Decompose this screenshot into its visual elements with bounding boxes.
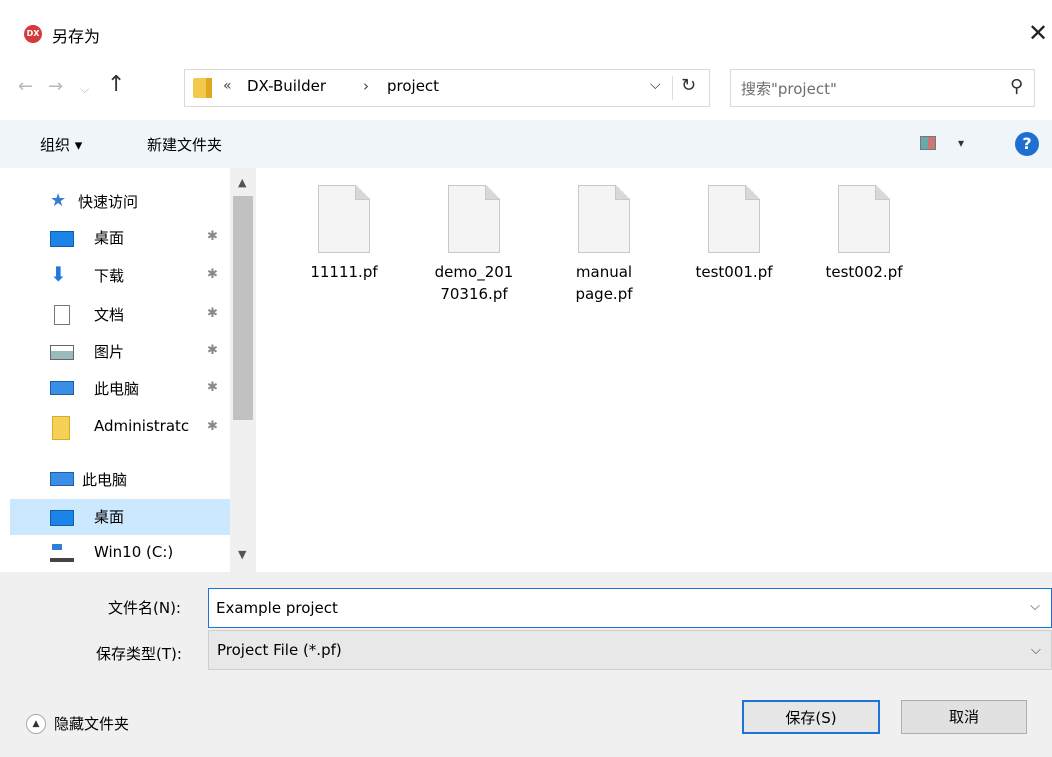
app-icon: DX bbox=[24, 25, 42, 43]
organize-button[interactable]: 组织 ▾ bbox=[40, 134, 82, 155]
sidebar-item-this-pc-pinned[interactable]: 此电脑 ✱ bbox=[24, 371, 234, 407]
pin-icon: ✱ bbox=[207, 267, 218, 282]
chevron-down-icon[interactable]: ⌵ bbox=[1030, 599, 1040, 614]
filetype-select[interactable]: Project File (*.pf) ⌵ bbox=[208, 630, 1052, 670]
view-dropdown-icon[interactable]: ▾ bbox=[958, 136, 964, 150]
pin-icon: ✱ bbox=[207, 419, 218, 434]
breadcrumb-overflow[interactable]: « bbox=[223, 78, 232, 94]
divider bbox=[672, 76, 673, 100]
toolbar: 组织 ▾ 新建文件夹 ▾ ? bbox=[0, 120, 1052, 168]
file-icon bbox=[708, 185, 760, 253]
filename-input[interactable] bbox=[208, 588, 1052, 628]
breadcrumb-dx-builder[interactable]: DX-Builder bbox=[247, 77, 326, 95]
title-bar: DX 另存为 ✕ bbox=[0, 0, 1052, 70]
file-item-demo[interactable]: demo_201 70316.pf bbox=[408, 185, 528, 335]
file-item-manual-page[interactable]: manual page.pf bbox=[538, 185, 658, 335]
file-item-11111[interactable]: 11111.pf bbox=[278, 185, 398, 335]
sidebar-item-pictures[interactable]: 图片 ✱ bbox=[24, 334, 234, 370]
desktop-icon bbox=[50, 231, 74, 247]
pin-icon: ✱ bbox=[207, 306, 218, 321]
sidebar-item-desktop-pc[interactable]: 桌面 bbox=[10, 499, 230, 535]
breadcrumb-separator[interactable]: › bbox=[363, 77, 369, 95]
chevron-down-icon[interactable]: ⌵ bbox=[1031, 643, 1041, 658]
breadcrumb-project[interactable]: project bbox=[387, 77, 439, 95]
desktop-icon bbox=[50, 510, 74, 526]
file-name: manual page.pf bbox=[575, 263, 633, 303]
address-bar[interactable]: « DX-Builder › project ⌵ ↻ bbox=[184, 69, 710, 107]
computer-icon bbox=[50, 381, 74, 395]
sidebar-item-label: 此电脑 bbox=[94, 380, 140, 398]
sidebar-item-label: 图片 bbox=[94, 343, 125, 361]
pin-icon: ✱ bbox=[207, 343, 218, 358]
sidebar-item-label: Administratc bbox=[94, 417, 190, 435]
filename-label: 文件名(N): bbox=[108, 599, 181, 617]
file-name: test001.pf bbox=[695, 263, 773, 281]
scroll-thumb[interactable] bbox=[233, 196, 253, 420]
pictures-icon bbox=[50, 345, 74, 360]
view-options-icon[interactable] bbox=[920, 136, 936, 150]
sidebar-item-label: 下载 bbox=[94, 267, 125, 285]
search-input[interactable]: 搜索"project" ⚲ bbox=[730, 69, 1035, 107]
help-icon[interactable]: ? bbox=[1015, 132, 1039, 156]
file-item-test001[interactable]: test001.pf bbox=[668, 185, 788, 335]
save-button[interactable]: 保存(S) bbox=[742, 700, 880, 734]
sidebar-item-label: 快速访问 bbox=[78, 193, 139, 211]
close-button[interactable]: ✕ bbox=[1024, 16, 1052, 50]
sidebar-item-drive-c[interactable]: Win10 (C:) bbox=[24, 536, 234, 568]
scroll-down-icon[interactable]: ▼ bbox=[238, 548, 246, 561]
sidebar-quick-access[interactable]: ★ 快速访问 bbox=[24, 184, 234, 220]
file-icon bbox=[318, 185, 370, 253]
scroll-up-icon[interactable]: ▲ bbox=[238, 176, 246, 189]
refresh-icon[interactable]: ↻ bbox=[681, 75, 696, 96]
sidebar-item-administrator[interactable]: Administratc ✱ bbox=[24, 410, 234, 446]
new-folder-button[interactable]: 新建文件夹 bbox=[147, 134, 222, 155]
sidebar-item-desktop[interactable]: 桌面 ✱ bbox=[24, 220, 234, 256]
file-icon bbox=[838, 185, 890, 253]
sidebar-item-label: 桌面 bbox=[94, 508, 125, 526]
sidebar-item-label: 桌面 bbox=[94, 229, 125, 247]
file-name: test002.pf bbox=[825, 263, 903, 281]
pin-icon: ✱ bbox=[207, 229, 218, 244]
sidebar-item-downloads[interactable]: ⬇ 下载 ✱ bbox=[24, 258, 234, 294]
sidebar-item-label: 文档 bbox=[94, 306, 125, 324]
file-name: demo_201 70316.pf bbox=[434, 263, 514, 303]
file-name: 11111.pf bbox=[310, 263, 378, 281]
sidebar-item-label: Win10 (C:) bbox=[94, 543, 174, 561]
navigation-pane: ★ 快速访问 桌面 ✱ ⬇ 下载 ✱ 文档 ✱ 图片 ✱ 此电脑 ✱ Admin… bbox=[0, 168, 260, 568]
chevron-down-icon[interactable]: ⌵ bbox=[650, 77, 661, 93]
collapse-icon: ▲ bbox=[26, 714, 46, 734]
folder-icon bbox=[193, 78, 212, 98]
hide-folders-label: 隐藏文件夹 bbox=[54, 715, 130, 733]
sidebar-this-pc[interactable]: 此电脑 bbox=[24, 462, 234, 498]
cancel-button[interactable]: 取消 bbox=[901, 700, 1027, 734]
folder-icon bbox=[52, 416, 70, 440]
recent-locations-icon[interactable]: ⌵ bbox=[80, 82, 89, 97]
pin-icon: ✱ bbox=[207, 380, 218, 395]
file-icon bbox=[578, 185, 630, 253]
filetype-value: Project File (*.pf) bbox=[217, 641, 342, 659]
sidebar-scrollbar[interactable]: ▲ ▼ bbox=[230, 168, 256, 572]
up-arrow-icon[interactable]: ↑ bbox=[107, 72, 125, 97]
sidebar-item-label: 此电脑 bbox=[82, 471, 128, 489]
sidebar-item-documents[interactable]: 文档 ✱ bbox=[24, 297, 234, 333]
file-icon bbox=[448, 185, 500, 253]
forward-arrow-icon[interactable]: → bbox=[48, 76, 63, 97]
document-icon bbox=[54, 305, 70, 325]
file-item-test002[interactable]: test002.pf bbox=[798, 185, 918, 335]
download-icon: ⬇ bbox=[50, 262, 67, 286]
save-options-panel: 文件名(N): ⌵ 保存类型(T): Project File (*.pf) ⌵… bbox=[0, 572, 1052, 757]
star-icon: ★ bbox=[50, 190, 67, 211]
window-title: 另存为 bbox=[52, 27, 101, 46]
back-arrow-icon[interactable]: ← bbox=[18, 76, 33, 97]
search-placeholder: 搜索"project" bbox=[741, 80, 837, 98]
drive-icon bbox=[50, 544, 74, 562]
filetype-label: 保存类型(T): bbox=[96, 645, 182, 663]
computer-icon bbox=[50, 472, 74, 486]
search-icon[interactable]: ⚲ bbox=[1010, 76, 1023, 97]
